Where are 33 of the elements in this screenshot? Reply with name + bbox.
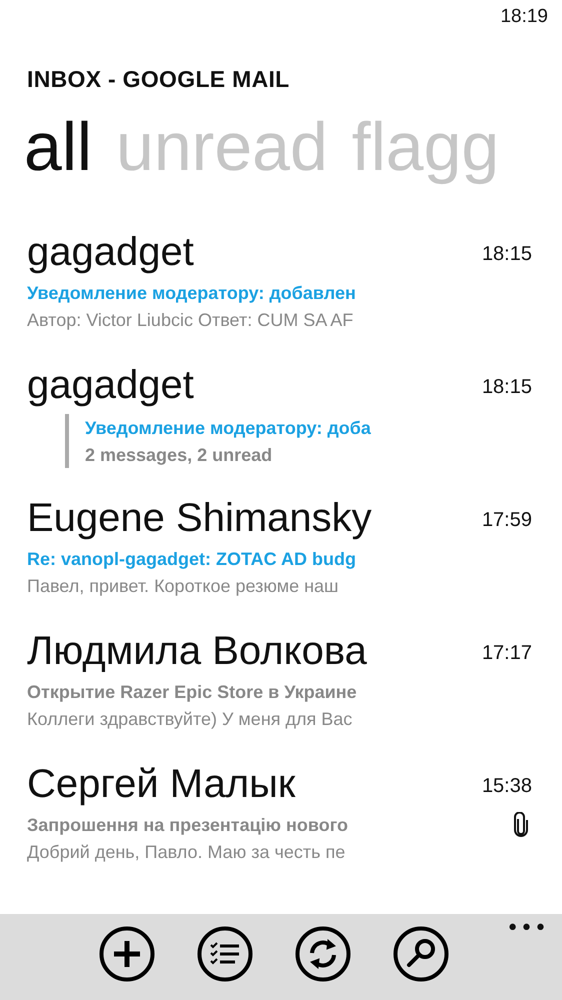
message-preview: 2 messages, 2 unread <box>85 444 274 467</box>
checklist-icon[interactable] <box>197 926 253 982</box>
sender-name: Сергей Малык <box>27 761 296 808</box>
message-item[interactable]: Людмила Волкова Открытие Razer Epic Store в Украине Коллеги здравствуйте) У меня для Вас 17:17 <box>27 626 562 759</box>
search-icon[interactable] <box>393 926 449 982</box>
message-preview: Павел, привет. Короткое резюме наш <box>27 575 340 598</box>
sender-name: Eugene Shimansky <box>27 495 373 542</box>
message-preview: Коллеги здравствуйте) У меня для Вас <box>27 708 354 731</box>
message-subject: Запрошення на презентацію нового <box>27 814 349 837</box>
sender-name: gagadget <box>27 362 195 409</box>
sync-icon[interactable] <box>295 926 351 982</box>
message-item[interactable]: gagadget Уведомление модератору: доба 2 messages, 2 unread 18:15 <box>27 360 562 493</box>
sender-name: gagadget <box>27 229 195 276</box>
message-item[interactable]: Eugene Shimansky Re: vanopl-gagadget: ZOTAC AD budg Павел, привет. Короткое резюме наш 17:59 <box>27 493 562 626</box>
add-icon[interactable] <box>99 926 155 982</box>
message-subject: Открытие Razer Epic Store в Украине <box>27 681 358 704</box>
message-time: 15:38 <box>482 775 532 798</box>
inbox-title: INBOX - GOOGLE MAIL <box>26 65 291 93</box>
message-time: 17:59 <box>482 509 532 532</box>
message-time: 18:15 <box>482 376 532 399</box>
message-preview: Автор: Victor Liubcic Ответ: CUM SA AF <box>27 309 354 332</box>
message-preview: Добрий день, Павло. Маю за честь пе <box>27 841 346 864</box>
clock-time: 18:19 <box>500 6 548 29</box>
message-subject: Уведомление модератору: добавлен <box>27 282 357 305</box>
message-subject: Re: vanopl-gagadget: ZOTAC AD budg <box>27 548 357 571</box>
message-time: 18:15 <box>482 243 532 266</box>
message-item[interactable]: gagadget Уведомление модератору: добавлен Автор: Victor Liubcic Ответ: CUM SA AF 18:15 <box>27 227 562 360</box>
sender-name: Людмила Волкова <box>27 628 368 675</box>
message-time: 17:17 <box>482 642 532 665</box>
message-subject: Уведомление модератору: доба <box>85 417 372 440</box>
message-item[interactable]: Сергей Малык Запрошення на презентацію нового Добрий день, Павло. Маю за честь пе 15:38 <box>27 759 562 892</box>
more-button[interactable]: ••• <box>506 916 548 941</box>
pivot-tab[interactable]: all <box>24 108 92 186</box>
